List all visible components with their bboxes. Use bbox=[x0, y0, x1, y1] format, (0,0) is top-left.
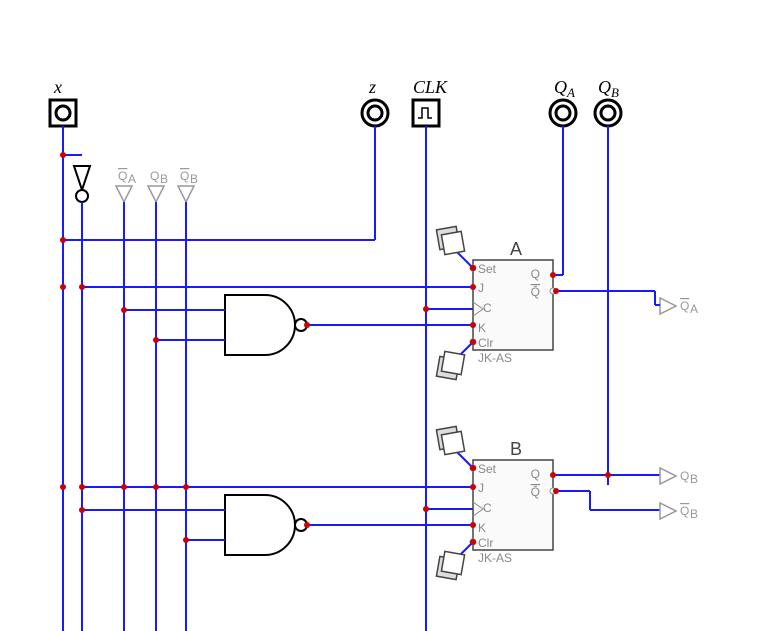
terminal-qb[interactable] bbox=[595, 100, 621, 126]
switch-b-clr[interactable] bbox=[436, 539, 476, 580]
svg-text:Q: Q bbox=[531, 267, 540, 281]
svg-text:Q: Q bbox=[118, 169, 127, 183]
svg-text:B: B bbox=[690, 472, 698, 486]
svg-text:Clr: Clr bbox=[478, 336, 493, 350]
flipflop-a: A Set J C K Clr Q Q̄ JK-AS bbox=[470, 239, 556, 365]
switch-a-set[interactable] bbox=[436, 226, 476, 271]
svg-text:J: J bbox=[478, 481, 484, 495]
nand-gate-b bbox=[225, 495, 307, 555]
terminal-clk[interactable] bbox=[413, 100, 439, 126]
label-x: x bbox=[53, 77, 62, 97]
svg-text:K: K bbox=[478, 321, 486, 335]
terminal-qa[interactable] bbox=[550, 100, 576, 126]
svg-text:JK-AS: JK-AS bbox=[478, 351, 512, 365]
terminal-z[interactable] bbox=[362, 100, 388, 126]
flipflop-b-label: B bbox=[510, 439, 522, 459]
buffer-qa-bar: QA bbox=[660, 298, 698, 316]
grey-inverter-qbbar: QB bbox=[178, 169, 198, 631]
label-z: z bbox=[368, 77, 376, 97]
svg-text:A: A bbox=[690, 302, 698, 316]
flipflop-b: B Set J C K Clr Q Q̄ JK-AS bbox=[470, 439, 556, 565]
flipflop-a-label: A bbox=[510, 239, 522, 259]
svg-text:C: C bbox=[483, 501, 492, 515]
svg-text:Set: Set bbox=[478, 462, 497, 476]
svg-text:JK-AS: JK-AS bbox=[478, 551, 512, 565]
svg-text:Clr: Clr bbox=[478, 536, 493, 550]
switch-b-set[interactable] bbox=[436, 426, 476, 471]
not-gate-x bbox=[63, 155, 90, 631]
svg-text:B: B bbox=[690, 507, 698, 521]
svg-text:Q: Q bbox=[150, 169, 159, 183]
terminal-x[interactable] bbox=[50, 100, 76, 126]
svg-text:Set: Set bbox=[478, 262, 497, 276]
svg-text:Q: Q bbox=[180, 169, 189, 183]
svg-text:Q: Q bbox=[680, 469, 689, 483]
buffer-qb: QB bbox=[660, 468, 698, 486]
label-qa: QA bbox=[554, 77, 575, 100]
label-clk: CLK bbox=[413, 77, 448, 97]
svg-text:A: A bbox=[128, 172, 136, 186]
switch-a-clr[interactable] bbox=[436, 339, 476, 380]
svg-text:K: K bbox=[478, 521, 486, 535]
label-qb: QB bbox=[598, 77, 619, 100]
svg-text:Q: Q bbox=[680, 504, 689, 518]
svg-text:Q̄: Q̄ bbox=[531, 485, 540, 499]
circuit-diagram: x z CLK QA QB QA QB QB A Set J C K Clr Q… bbox=[0, 0, 762, 631]
svg-text:B: B bbox=[190, 172, 198, 186]
grey-inverter-qb: QB bbox=[148, 169, 168, 631]
svg-text:Q: Q bbox=[531, 467, 540, 481]
svg-text:J: J bbox=[478, 281, 484, 295]
svg-text:Q: Q bbox=[680, 299, 689, 313]
nand-gate-a bbox=[225, 295, 307, 355]
svg-text:B: B bbox=[160, 172, 168, 186]
svg-text:C: C bbox=[483, 301, 492, 315]
grey-inverter-qa: QA bbox=[116, 169, 136, 631]
buffer-qb-bar: QB bbox=[660, 503, 698, 521]
svg-text:Q̄: Q̄ bbox=[531, 285, 540, 299]
